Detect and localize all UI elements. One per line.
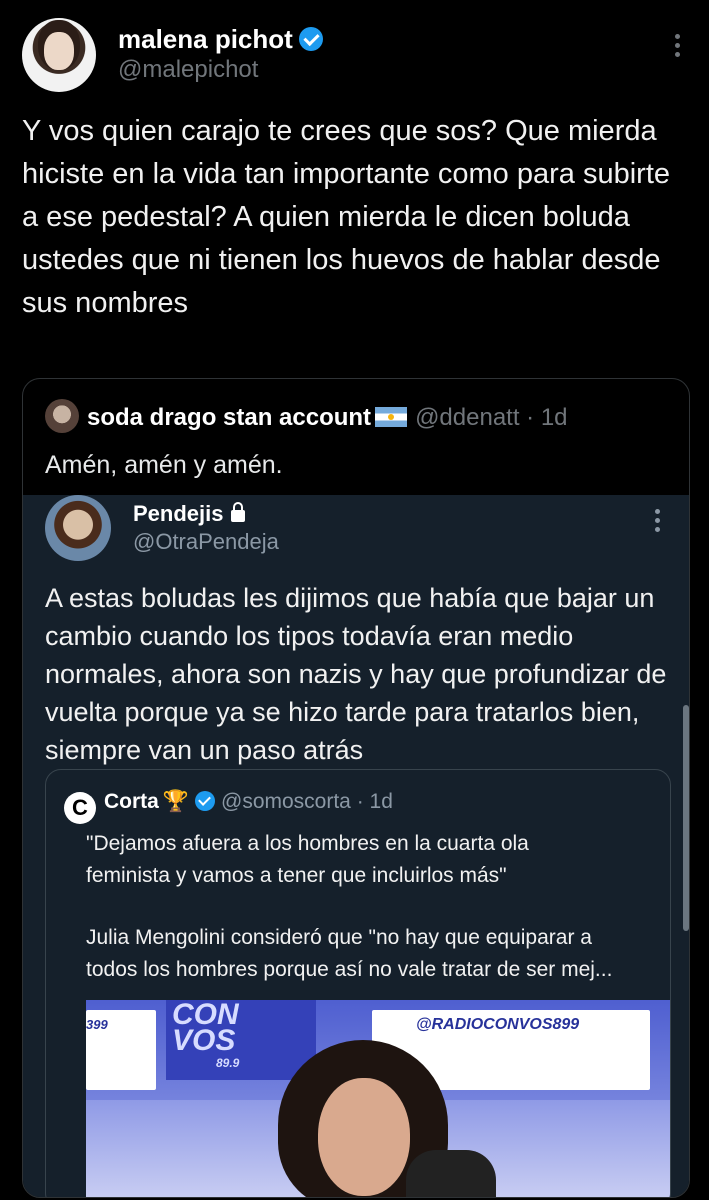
tweet-text: Y vos quien carajo te crees que sos? Que… [22, 115, 671, 319]
trophy-icon: 🏆 [162, 790, 189, 813]
author-handle[interactable]: @malepichot [118, 56, 258, 84]
embedded-author-avatar [45, 495, 111, 561]
embedded-author-name: Pendejis [133, 501, 224, 526]
quoted-author-handle: @ddenatt [415, 404, 520, 431]
radio-logo-text: CON VOS [172, 1000, 239, 1057]
nested-text-line: todos los hombres porque así no vale tra… [86, 958, 613, 981]
nested-quoted-tweet: C Corta 🏆 @somoscorta · 1d "Dejamos afuera … [45, 769, 671, 1197]
author-name-row[interactable]: malena pichot [118, 24, 323, 55]
argentina-flag-icon [375, 407, 408, 427]
embedded-author-handle: @OtraPendeja [133, 529, 279, 554]
corta-logo-icon: C [64, 792, 96, 824]
nested-author-name: Corta [104, 790, 159, 813]
more-options-icon[interactable] [668, 34, 686, 64]
quoted-tweet-text: Amén, amén y amén. [45, 451, 283, 479]
left-sign-text: 399 [86, 1017, 108, 1032]
radio-logo-frequency: 89.9 [216, 1056, 240, 1070]
tweet-header: malena pichot @malepichot [0, 0, 709, 105]
nested-text-line: Julia Mengolini consideró que "no hay qu… [86, 926, 592, 949]
scrollbar [683, 705, 689, 931]
verified-badge-icon [298, 27, 323, 51]
more-options-icon [651, 509, 663, 539]
embedded-author-name-row: Pendejis [133, 501, 246, 527]
quoted-author-avatar [45, 399, 79, 433]
quoted-tweet-header: soda drago stan account @ddenatt · 1d [45, 399, 568, 433]
microphone-icon [406, 1150, 496, 1197]
studio-photo: 399 CON VOS 89.9 @RADIOCONVOS899 [86, 1000, 670, 1197]
nested-text-line: feminista y vamos a tener que incluirlos… [86, 864, 507, 887]
quoted-tweet[interactable]: soda drago stan account @ddenatt · 1d Amé… [22, 378, 690, 1198]
author-avatar[interactable] [22, 18, 96, 92]
verified-badge-icon [195, 791, 215, 811]
author-name[interactable]: malena pichot [118, 24, 293, 54]
nested-text-line: "Dejamos afuera a los hombres en la cuar… [86, 832, 529, 855]
quoted-author-name: soda drago stan account [87, 404, 372, 431]
right-sign-text: @RADIOCONVOS899 [416, 1016, 580, 1033]
embedded-screenshot: Pendejis @OtraPendeja A estas boludas le… [23, 495, 689, 1197]
lock-icon [231, 502, 246, 522]
person-face [318, 1078, 410, 1196]
quoted-time: · 1d [526, 404, 568, 431]
embedded-tweet-text: A estas boludas les dijimos que había qu… [45, 583, 667, 765]
nested-author-handle: @somoscorta [221, 790, 351, 813]
nested-quoted-header: C Corta 🏆 @somoscorta · 1d [64, 790, 393, 824]
nested-time: · 1d [356, 790, 393, 813]
